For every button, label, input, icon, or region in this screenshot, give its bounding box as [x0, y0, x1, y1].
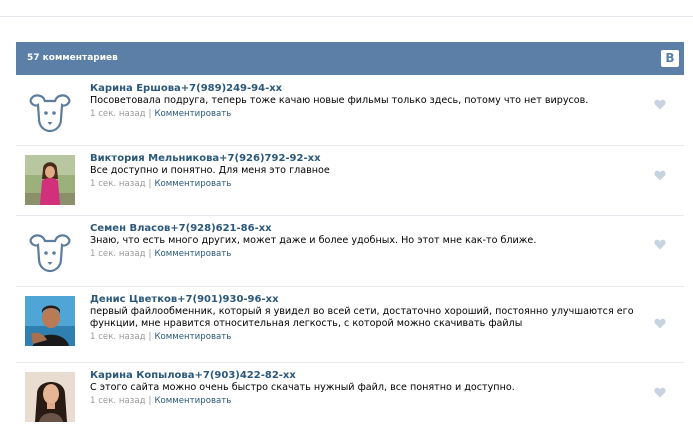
comment-time[interactable]: 1 сек. назад	[90, 396, 146, 406]
dog-avatar-icon	[25, 225, 75, 275]
comment-meta: 1 сек. назад | Комментировать	[90, 178, 644, 190]
heart-icon[interactable]	[654, 170, 666, 181]
avatar[interactable]	[25, 85, 75, 135]
comment-text: Знаю, что есть много других, может даже …	[90, 235, 537, 246]
comment-meta: 1 сек. назад | Комментировать	[90, 248, 644, 260]
user-photo-icon	[25, 155, 75, 205]
comment-item: Семен Власов+7(928)621-86-хх Знаю, что е…	[16, 215, 684, 287]
comment-item: Карина Ершова+7(989)249-94-хх Посоветова…	[16, 75, 684, 146]
avatar[interactable]	[25, 225, 75, 275]
top-divider	[0, 16, 693, 17]
comments-header: 57 комментариев В	[16, 42, 684, 75]
meta-separator: |	[148, 249, 152, 259]
comment-author[interactable]: Карина Ершова+7(989)249-94-хх	[90, 82, 644, 95]
user-photo-icon	[25, 296, 75, 346]
user-photo-icon	[25, 372, 75, 422]
vk-logo-icon[interactable]: В	[661, 50, 679, 67]
avatar[interactable]	[25, 296, 75, 346]
comment-time[interactable]: 1 сек. назад	[90, 179, 146, 189]
avatar[interactable]	[25, 155, 75, 205]
heart-icon[interactable]	[654, 318, 666, 329]
comment-item: Виктория Мельникова+7(926)792-92-хх Все …	[16, 145, 684, 216]
comment-time[interactable]: 1 сек. назад	[90, 249, 146, 259]
reply-link[interactable]: Комментировать	[154, 249, 231, 259]
comment-text: первый файлообменник, который я увидел в…	[90, 306, 634, 329]
reply-link[interactable]: Комментировать	[154, 179, 231, 189]
meta-separator: |	[148, 179, 152, 189]
heart-icon[interactable]	[654, 387, 666, 398]
comments-widget: 57 комментариев В Карина Ершова+7(989)24…	[16, 42, 684, 422]
comment-meta: 1 сек. назад | Комментировать	[90, 395, 644, 407]
heart-icon[interactable]	[654, 239, 666, 250]
comment-author[interactable]: Виктория Мельникова+7(926)792-92-хх	[90, 152, 644, 165]
avatar[interactable]	[25, 372, 75, 422]
comment-meta: 1 сек. назад | Комментировать	[90, 331, 644, 343]
reply-link[interactable]: Комментировать	[154, 109, 231, 119]
comment-author[interactable]: Денис Цветков+7(901)930-96-хх	[90, 293, 644, 306]
meta-separator: |	[148, 332, 152, 342]
comment-text: Все доступно и понятно. Для меня это гла…	[90, 165, 330, 176]
comment-text: С этого сайта можно очень быстро скачать…	[90, 382, 515, 393]
comment-item: Денис Цветков+7(901)930-96-хх первый фай…	[16, 286, 684, 363]
comment-time[interactable]: 1 сек. назад	[90, 109, 146, 119]
comment-item: Карина Копылова+7(903)422-82-хх С этого …	[16, 362, 684, 432]
comments-count[interactable]: 57 комментариев	[27, 53, 118, 63]
comment-author[interactable]: Семен Власов+7(928)621-86-хх	[90, 222, 644, 235]
comment-time[interactable]: 1 сек. назад	[90, 332, 146, 342]
comment-author[interactable]: Карина Копылова+7(903)422-82-хх	[90, 369, 644, 382]
reply-link[interactable]: Комментировать	[154, 396, 231, 406]
heart-icon[interactable]	[654, 99, 666, 110]
meta-separator: |	[148, 109, 152, 119]
comment-text: Посоветовала подруга, теперь тоже качаю …	[90, 95, 589, 106]
reply-link[interactable]: Комментировать	[154, 332, 231, 342]
meta-separator: |	[148, 396, 152, 406]
comment-meta: 1 сек. назад | Комментировать	[90, 108, 644, 120]
dog-avatar-icon	[25, 85, 75, 135]
